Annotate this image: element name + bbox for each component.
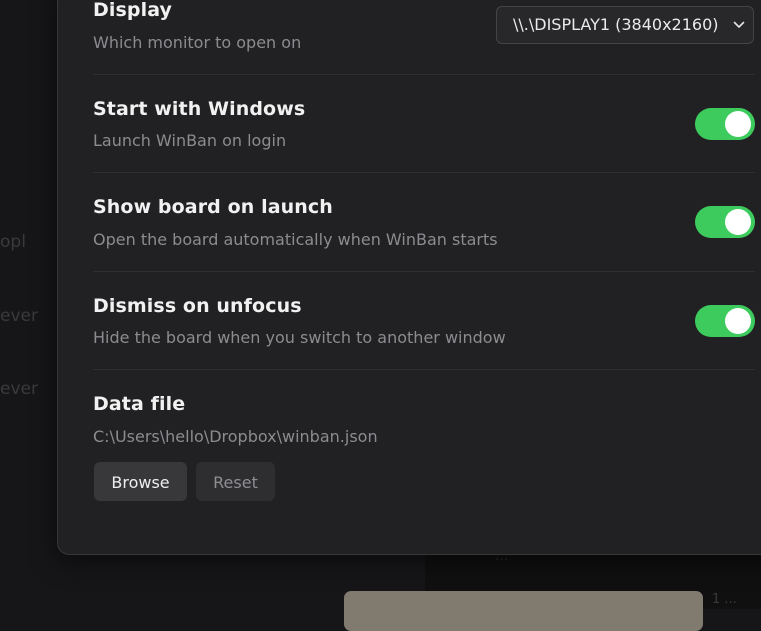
toggle-knob — [725, 209, 751, 235]
background-card[interactable] — [344, 591, 703, 631]
start-with-windows-toggle[interactable] — [695, 108, 755, 140]
toggle-knob — [725, 111, 751, 137]
data-file-path: C:\Users\hello\Dropbox\winban.json — [93, 427, 378, 446]
start-with-windows-title: Start with Windows — [93, 98, 306, 120]
background-text: 1 ... — [712, 592, 737, 607]
show-board-on-launch-description: Open the board automatically when WinBan… — [93, 230, 498, 249]
dismiss-on-unfocus-title: Dismiss on unfocus — [93, 295, 302, 317]
row-divider — [93, 172, 755, 173]
toggle-knob — [725, 308, 751, 334]
start-with-windows-description: Launch WinBan on login — [93, 131, 287, 150]
data-file-title: Data file — [93, 393, 186, 415]
show-board-on-launch-title: Show board on launch — [93, 196, 333, 218]
background-text: ever — [0, 306, 38, 326]
display-select[interactable]: \\.\DISPLAY1 (3840x2160) — [496, 6, 754, 44]
reset-button[interactable]: Reset — [196, 462, 275, 501]
display-title: Display — [93, 0, 173, 21]
display-description: Which monitor to open on — [93, 33, 302, 52]
background-text: ever — [0, 379, 38, 399]
row-divider — [93, 369, 755, 370]
row-divider — [93, 74, 755, 75]
browse-button[interactable]: Browse — [94, 462, 187, 501]
background-text: opl — [0, 232, 26, 252]
row-divider — [93, 271, 755, 272]
dismiss-on-unfocus-description: Hide the board when you switch to anothe… — [93, 328, 506, 347]
dismiss-on-unfocus-toggle[interactable] — [695, 305, 755, 337]
chevron-down-icon — [733, 21, 745, 28]
show-board-on-launch-toggle[interactable] — [695, 206, 755, 238]
display-select-value: \\.\DISPLAY1 (3840x2160) — [513, 15, 719, 34]
